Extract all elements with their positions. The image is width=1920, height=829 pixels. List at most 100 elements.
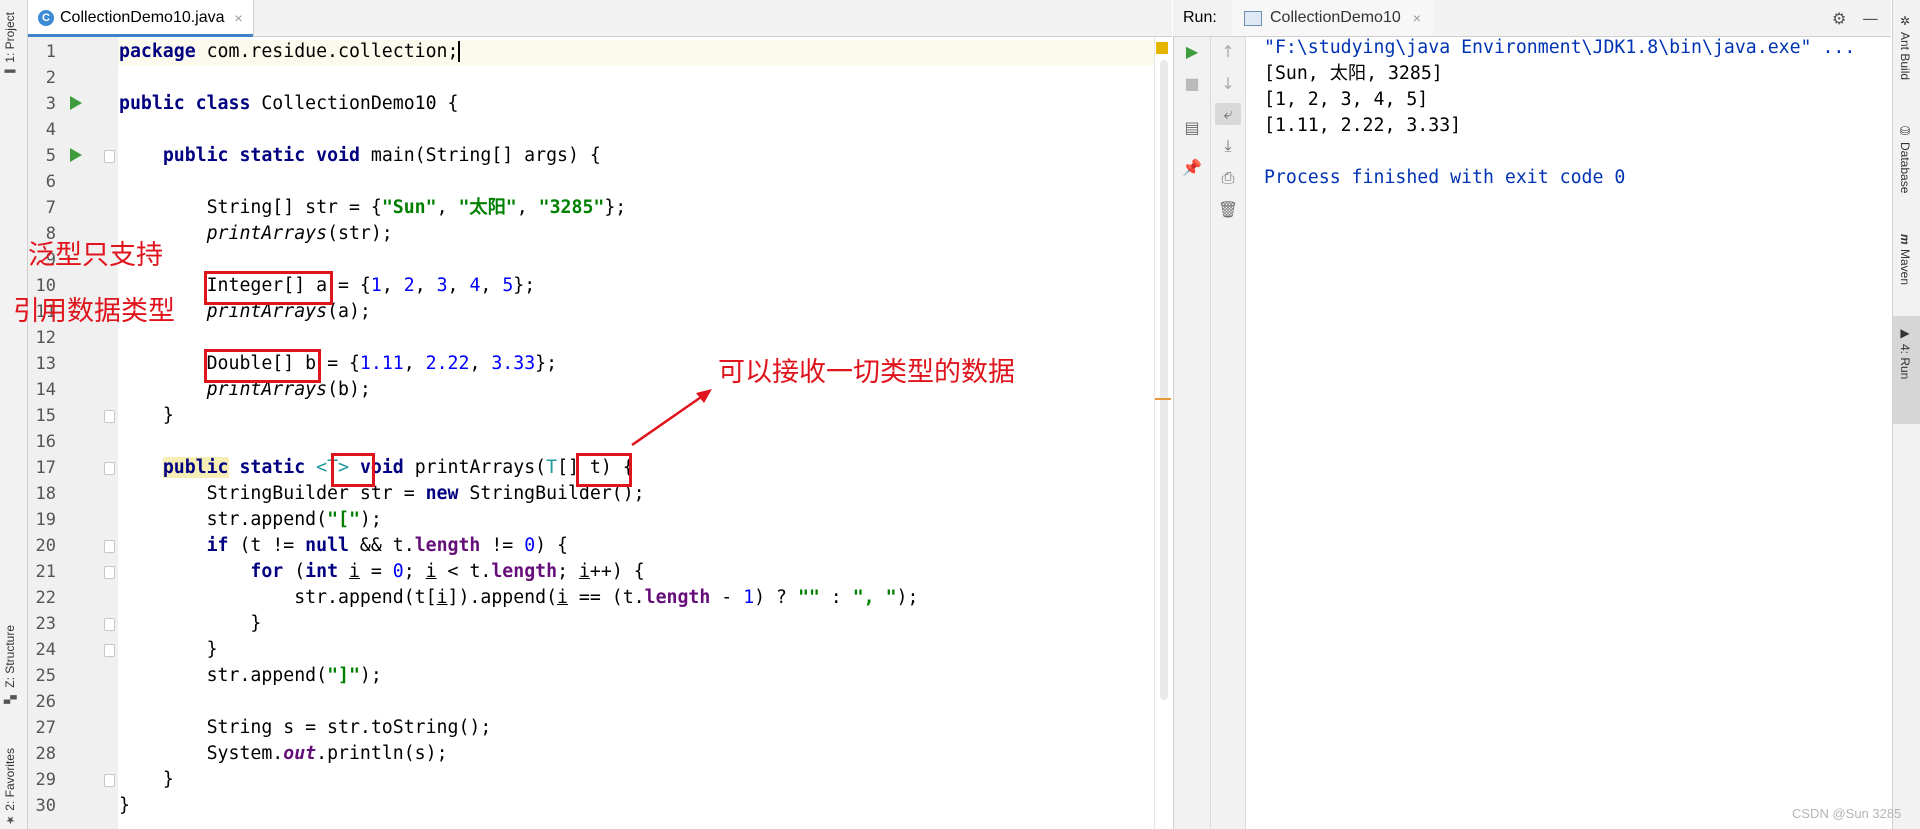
string-literal: "]" xyxy=(327,665,360,686)
fold-marker-icon[interactable] xyxy=(104,566,115,579)
fold-marker-icon[interactable] xyxy=(104,774,115,787)
layout-icon[interactable]: ▤ xyxy=(1181,117,1203,139)
console-line: Process finished with exit code 0 xyxy=(1264,167,1626,188)
code-text: }; xyxy=(604,197,627,218)
code-text: ); xyxy=(896,587,919,608)
line-number: 26 xyxy=(35,692,56,712)
tool-tab-ant-build[interactable]: ✲ Ant Build xyxy=(1898,14,1912,80)
annotation-note-left-2: 引用数据类型 xyxy=(13,296,175,326)
line-number: 3 xyxy=(45,94,56,114)
close-icon[interactable]: × xyxy=(1413,10,1421,26)
java-class-icon: C xyxy=(38,10,54,26)
warning-marker-icon[interactable] xyxy=(1156,42,1168,54)
run-panel-actions: ⚙ — xyxy=(1832,9,1878,28)
up-arrow-icon[interactable]: ↑ xyxy=(1217,41,1239,63)
fold-marker-icon[interactable] xyxy=(104,618,115,631)
console-line: "F:\studying\java Environment\JDK1.8\bin… xyxy=(1264,37,1856,58)
number-literal: 0 xyxy=(524,535,536,556)
console-line: [1.11, 2.22, 3.33] xyxy=(1264,115,1462,136)
number-literal: 4 xyxy=(469,275,481,296)
gear-icon[interactable]: ⚙ xyxy=(1832,9,1846,28)
string-literal: "3285" xyxy=(538,197,605,218)
close-icon[interactable]: × xyxy=(235,10,243,26)
stop-icon[interactable]: ■ xyxy=(1181,73,1203,95)
print-icon[interactable]: ⎙ xyxy=(1217,167,1239,189)
code-text: StringBuilder str = xyxy=(206,483,426,504)
code-text: str.append( xyxy=(206,665,328,686)
run-class-icon[interactable] xyxy=(70,96,82,110)
field-ref: length xyxy=(414,535,481,556)
code-text: == (t. xyxy=(567,587,645,608)
code-text: ; xyxy=(403,561,426,582)
scroll-to-end-icon[interactable]: ⤓ xyxy=(1217,135,1239,157)
soft-wrap-icon[interactable]: ⤶ xyxy=(1215,103,1241,125)
run-icon: ▶ xyxy=(1898,326,1912,340)
static-field-ref: out xyxy=(283,743,317,764)
tool-tab-structure-label: Z: Structure xyxy=(3,625,17,688)
run-tab[interactable]: CollectionDemo10 × xyxy=(1232,0,1433,36)
tool-tab-structure[interactable]: ▚ Z: Structure xyxy=(3,625,17,704)
tool-tab-ant-label: Ant Build xyxy=(1898,32,1912,81)
tool-tab-run[interactable]: ▶ 4: Run xyxy=(1898,326,1912,379)
fold-marker-icon[interactable] xyxy=(104,462,115,475)
code-text: ) { xyxy=(535,535,569,556)
run-label: Run: xyxy=(1183,9,1217,26)
keyword: public xyxy=(162,145,229,166)
string-literal: "太阳" xyxy=(458,197,517,218)
number-literal: 3.33 xyxy=(491,353,536,374)
code-line-29: } xyxy=(119,767,174,793)
down-arrow-icon[interactable]: ↓ xyxy=(1217,73,1239,95)
number-literal: 5 xyxy=(502,275,514,296)
number-literal: 0 xyxy=(392,561,404,582)
code-text: ; xyxy=(557,561,579,582)
number-literal: 1.11 xyxy=(359,353,404,374)
code-text: } xyxy=(250,613,262,634)
editor-tab[interactable]: C CollectionDemo10.java × xyxy=(28,0,254,37)
tool-tab-maven-label: Maven xyxy=(1898,248,1912,285)
tool-tab-project[interactable]: ▬ 1: Project xyxy=(3,12,17,79)
fold-marker-icon[interactable] xyxy=(104,150,115,163)
database-icon: ⛁ xyxy=(1898,124,1912,138)
fold-marker-icon[interactable] xyxy=(104,540,115,553)
number-literal: 2 xyxy=(403,275,415,296)
code-text: }; xyxy=(513,275,536,296)
line-number: 20 xyxy=(35,536,56,556)
line-number: 7 xyxy=(45,198,56,218)
code-line-23: } xyxy=(119,611,261,637)
editor-scroll-thumb[interactable] xyxy=(1160,60,1168,700)
console-line: [1, 2, 3, 4, 5] xyxy=(1264,89,1429,110)
code-text: (t != xyxy=(228,535,306,556)
keyword: package xyxy=(119,41,196,62)
rerun-icon[interactable]: ▶ xyxy=(1181,41,1203,63)
keyword: public xyxy=(119,93,185,114)
line-number: 18 xyxy=(35,484,56,504)
line-number: 19 xyxy=(35,510,56,530)
pin-icon[interactable]: 📌 xyxy=(1181,157,1203,179)
field-ref: length xyxy=(644,587,711,608)
code-line-25: str.append("]"); xyxy=(119,663,382,689)
error-stripe-mark[interactable] xyxy=(1155,398,1171,400)
loop-variable: i xyxy=(557,587,568,608)
field-ref: length xyxy=(491,561,558,582)
tool-tab-database[interactable]: ⛁ Database xyxy=(1898,124,1912,193)
keyword: null xyxy=(305,535,349,556)
run-toolbar-secondary: ↑ ↓ ⤶ ⤓ ⎙ 🗑 xyxy=(1211,37,1246,829)
code-text: != xyxy=(480,535,525,556)
run-tab-title: CollectionDemo10 xyxy=(1270,9,1401,26)
trash-icon[interactable]: 🗑 xyxy=(1217,199,1239,221)
tool-tab-favorites[interactable]: ★ 2: Favorites xyxy=(3,748,17,827)
fold-marker-icon[interactable] xyxy=(104,410,115,423)
star-icon: ★ xyxy=(5,813,17,827)
annotation-note-right: 可以接收一切类型的数据 xyxy=(718,357,1015,387)
code-line-24: } xyxy=(119,637,218,663)
minimize-icon[interactable]: — xyxy=(1862,9,1878,28)
run-toolbar-primary: ▶ ■ ▤ 📌 xyxy=(1174,37,1211,829)
run-method-icon[interactable] xyxy=(70,148,82,162)
tool-tab-maven[interactable]: m Maven xyxy=(1898,234,1912,285)
code-line-5: public static void main(String[] args) { xyxy=(119,143,601,169)
code-text: com.residue.collection; xyxy=(195,41,459,62)
keyword: void xyxy=(316,145,360,166)
structure-icon: ▚ xyxy=(5,695,17,704)
fold-marker-icon[interactable] xyxy=(104,644,115,657)
loop-variable: i xyxy=(348,561,360,582)
